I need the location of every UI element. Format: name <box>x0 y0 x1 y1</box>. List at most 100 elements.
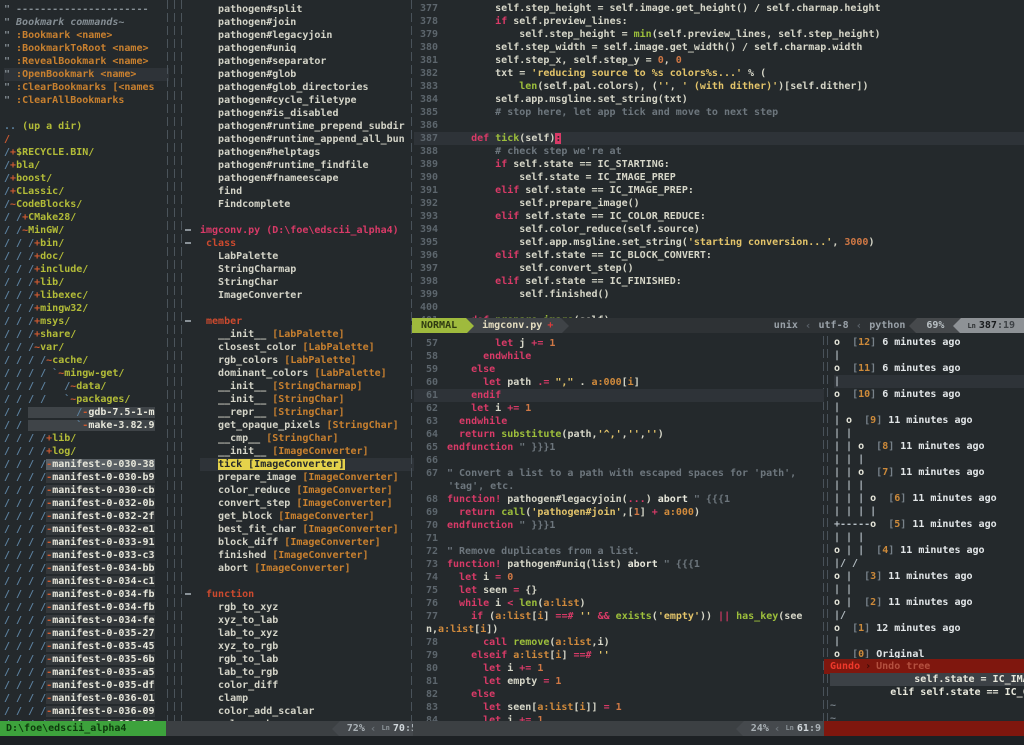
tree-line[interactable]: / / /+libexec/ <box>4 289 169 302</box>
code-line[interactable]: 392 self.prepare_image() <box>414 197 1024 210</box>
tree-line[interactable]: /+boost/ <box>4 172 169 185</box>
tag-line[interactable]: pathogen#glob_directories <box>200 81 414 94</box>
tag-line[interactable]: class <box>200 237 414 250</box>
fold-open-marker[interactable] <box>185 320 191 322</box>
undo-node-line[interactable]: o | [2] 11 minutes ago <box>834 596 1024 609</box>
code-line[interactable]: 65endfunction " }}}1 <box>414 441 824 454</box>
code-line[interactable]: 63 endwhile <box>414 415 824 428</box>
tag-line[interactable]: pathogen#runtime_append_all_bun <box>200 133 414 146</box>
undo-node-line[interactable]: | | | <box>834 531 1024 544</box>
tag-line[interactable] <box>200 211 414 224</box>
tag-line[interactable]: pathogen#split <box>200 3 414 16</box>
code-line[interactable]: 77 if (a:list[i] ==# '' && exists('empty… <box>414 610 824 623</box>
undo-node-line[interactable]: | | | | <box>834 505 1024 518</box>
tree-line[interactable]: / / / /-manifest-0-032-e1 <box>4 523 169 536</box>
tree-line[interactable] <box>4 107 169 120</box>
undo-node-line[interactable]: +-----o [5] 11 minutes ago <box>834 518 1024 531</box>
code-line[interactable]: 74 let i = 0 <box>414 571 824 584</box>
tag-line[interactable]: StringChar <box>200 276 414 289</box>
tag-line[interactable]: lab_to_xyz <box>200 627 414 640</box>
code-line[interactable]: 397 self.convert_step() <box>414 262 1024 275</box>
tag-line[interactable]: member <box>200 315 414 328</box>
tree-line[interactable]: / / / /-manifest-0-034-fb <box>4 601 169 614</box>
tag-line[interactable]: get_opaque_pixels [StringChar] <box>200 419 414 432</box>
code-line[interactable]: 78 call remove(a:list,i) <box>414 636 824 649</box>
tree-line[interactable]: " :Bookmark <name> <box>4 29 169 42</box>
tree-line[interactable]: / / / /-manifest-0-034-fb <box>4 588 169 601</box>
tree-line[interactable]: / / / /-manifest-0-030-b9 <box>4 471 169 484</box>
tree-line[interactable]: / <box>4 133 169 146</box>
code-line[interactable]: 59 else <box>414 363 824 376</box>
gundo-diff-statusline[interactable]: Gundo › Diff preview <box>824 721 1024 736</box>
code-line[interactable]: 72" Remove duplicates from a list. <box>414 545 824 558</box>
tree-line[interactable]: / / `-make-3.82.9 <box>4 419 169 432</box>
undo-node-line[interactable]: o [1] 12 minutes ago <box>834 622 1024 635</box>
tree-line[interactable]: / / / /-manifest-0-035-6b <box>4 653 169 666</box>
tag-line[interactable]: rgb_colors [LabPalette] <box>200 354 414 367</box>
tag-line[interactable]: __init__ [StringChar] <box>200 393 414 406</box>
code-line[interactable]: 73function! pathogen#uniq(list) abort " … <box>414 558 824 571</box>
tagbar-statusline[interactable]: __Tag_List__ - 72%‹Ln70:5 <box>166 721 424 736</box>
tag-line[interactable]: __init__ [ImageConverter] <box>200 445 414 458</box>
tree-line[interactable]: / / / /-manifest-0-035-df <box>4 679 169 692</box>
tree-line[interactable]: / / / /+lib/ <box>4 432 169 445</box>
code-line[interactable]: 380 self.step_width = self.image.get_wid… <box>414 41 1024 54</box>
code-line[interactable]: 399 self.finished() <box>414 288 1024 301</box>
tag-line[interactable]: block_diff [ImageConverter] <box>200 536 414 549</box>
code-line[interactable]: 400 <box>414 301 1024 314</box>
tag-line[interactable]: best_fit_char [ImageConverter] <box>200 523 414 536</box>
undo-node-line[interactable]: | | | <box>834 479 1024 492</box>
code-line[interactable]: 58 endwhile <box>414 350 824 363</box>
tag-line[interactable]: pathogen#cycle_filetype <box>200 94 414 107</box>
code-line[interactable]: 379 self.step_height = min(self.preview_… <box>414 28 1024 41</box>
tag-line[interactable]: pathogen#glob <box>200 68 414 81</box>
tag-line[interactable]: pathogen#uniq <box>200 42 414 55</box>
vim-buffer-statusline[interactable]: \Vim\vim73\autoload\pathogen.vim 24%‹Ln6… <box>413 721 828 736</box>
tag-line[interactable]: pathogen#helptags <box>200 146 414 159</box>
undo-node-line[interactable]: | <box>834 635 1024 648</box>
tree-line[interactable]: / / / / /~data/ <box>4 380 169 393</box>
code-line[interactable]: 382 txt = 'reducing source to %s colors%… <box>414 67 1024 80</box>
tag-line[interactable]: convert_step [ImageConverter] <box>200 497 414 510</box>
code-line[interactable]: 381 self.step_x, self.step_y = 0, 0 <box>414 54 1024 67</box>
tag-line[interactable]: __cmp__ [StringChar] <box>200 432 414 445</box>
tree-line[interactable]: / /~MinGW/ <box>4 224 169 237</box>
code-line[interactable]: 384 self.app.msgline.set_string(txt) <box>414 93 1024 106</box>
tag-line[interactable]: clamp <box>200 692 414 705</box>
tree-line[interactable]: / / /+mingw32/ <box>4 302 169 315</box>
code-line[interactable]: 383 len(self.pal.colors), ('', ' (with d… <box>414 80 1024 93</box>
tag-line[interactable]: prepare_image [ImageConverter] <box>200 471 414 484</box>
gundo-tree-statusline[interactable]: Gundo › Undo tree <box>824 659 1024 674</box>
code-line[interactable]: 388 # check step we're at <box>414 145 1024 158</box>
tag-line[interactable]: color_diff <box>200 679 414 692</box>
undo-node-line[interactable]: o [11] 6 minutes ago <box>834 362 1024 375</box>
undo-node-line[interactable]: | o [9] 11 minutes ago <box>834 414 1024 427</box>
tag-line[interactable]: pathogen#runtime_prepend_subdir <box>200 120 414 133</box>
diff-line[interactable]: self.state = IC_IMAGE_PREP <box>830 673 1024 686</box>
tree-line[interactable]: / / / /-manifest-0-030-38 <box>4 458 169 471</box>
undo-node-line[interactable]: | | o [8] 11 minutes ago <box>834 440 1024 453</box>
tag-line[interactable]: rgb_to_xyz <box>200 601 414 614</box>
tree-line[interactable]: " :ClearBookmarks [<names <box>4 81 169 94</box>
tree-line[interactable]: / / /+lib/ <box>4 276 169 289</box>
tree-line[interactable]: / / /-gdb-7.5-1-m <box>4 406 169 419</box>
undo-node-line[interactable]: |/ / <box>834 557 1024 570</box>
undo-node-line[interactable]: | | | <box>834 453 1024 466</box>
tree-line[interactable]: / / /+share/ <box>4 328 169 341</box>
tree-line[interactable]: / / / /-manifest-0-032-0b <box>4 497 169 510</box>
tag-line[interactable] <box>200 302 414 315</box>
tree-line[interactable]: / / / /-manifest-0-030-cb <box>4 484 169 497</box>
tree-line[interactable]: / / / /-manifest-0-034-bb <box>4 562 169 575</box>
code-line[interactable]: 75 let seen = {} <box>414 584 824 597</box>
code-line[interactable]: n,a:list[i]) <box>414 623 824 636</box>
tag-line[interactable]: finished [ImageConverter] <box>200 549 414 562</box>
code-line[interactable]: 391 elif self.state == IC_IMAGE_PREP: <box>414 184 1024 197</box>
tag-line[interactable]: StringCharmap <box>200 263 414 276</box>
tag-line[interactable]: rgb_to_lab <box>200 653 414 666</box>
tag-line[interactable]: __init__ [StringCharmap] <box>200 380 414 393</box>
tree-line[interactable]: / / / /-manifest-0-033-91 <box>4 536 169 549</box>
window-separator-strip[interactable] <box>165 0 196 721</box>
code-line[interactable]: 57 let j += 1 <box>414 337 824 350</box>
tree-line[interactable]: /+$RECYCLE.BIN/ <box>4 146 169 159</box>
undo-node-line[interactable]: | | | o [6] 11 minutes ago <box>834 492 1024 505</box>
